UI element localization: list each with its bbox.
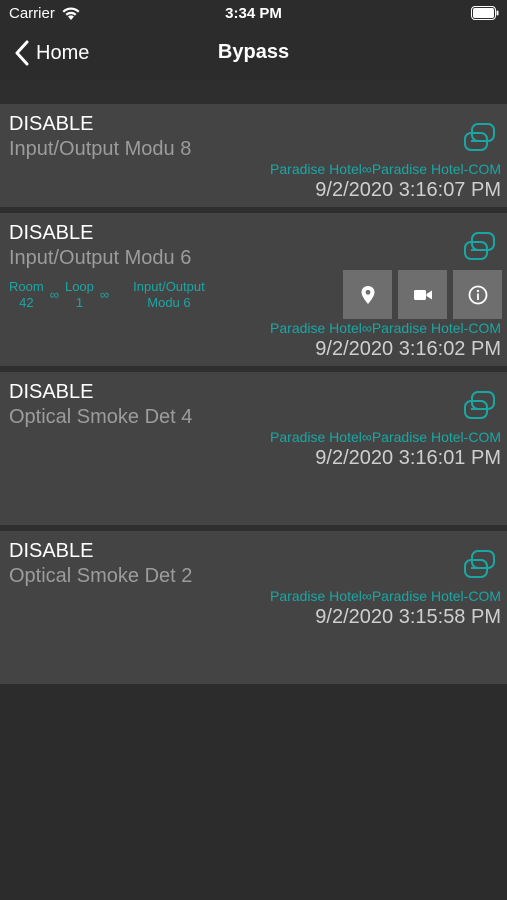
item-actions [343,270,502,319]
device-module-icon [464,232,495,260]
video-button[interactable] [398,270,447,319]
location-button[interactable] [343,270,392,319]
device-path: Room 42 ∞ Loop 1 ∞ Input/Output Modu 6 [9,279,205,311]
bypass-status: DISABLE [9,540,94,562]
event-timestamp: 9/2/2020 3:16:02 PM [315,338,501,360]
path-room-value: 42 [19,295,34,310]
event-timestamp: 9/2/2020 3:15:58 PM [315,606,501,628]
status-time: 3:34 PM [225,5,282,22]
list-item[interactable]: DISABLE Input/Output Modu 8 Paradise Hot… [0,104,507,213]
device-name: Optical Smoke Det 2 [9,565,193,587]
location-pin-icon [361,285,374,304]
battery-icon [471,6,499,20]
info-button[interactable] [453,270,502,319]
bypass-status: DISABLE [9,113,94,135]
path-separator: ∞ [99,287,110,302]
path-module-line1: Input/Output [133,279,205,294]
info-icon [468,285,487,304]
path-room-label: Room [9,279,44,294]
list-item[interactable]: DISABLE Optical Smoke Det 4 Paradise Hot… [0,372,507,531]
event-timestamp: 9/2/2020 3:16:07 PM [315,179,501,201]
device-module-icon [464,550,495,578]
device-module-icon [464,391,495,419]
path-loop-value: 1 [75,295,84,310]
device-name: Input/Output Modu 6 [9,247,192,269]
event-timestamp: 9/2/2020 3:16:01 PM [315,447,501,469]
page-title: Bypass [217,41,290,63]
path-loop-label: Loop [64,279,94,294]
location-path: Paradise Hotel∞Paradise Hotel-COM [270,429,501,445]
bypass-status: DISABLE [9,222,94,244]
status-bar: Carrier 3:34 PM [0,0,507,30]
navigation-bar: Home Bypass [0,30,507,80]
list-item[interactable]: DISABLE Optical Smoke Det 2 Paradise Hot… [0,531,507,684]
bypass-list: DISABLE Input/Output Modu 8 Paradise Hot… [0,104,507,684]
header-separator [0,80,507,104]
path-room: Room 42 [9,279,44,311]
path-module-line2: Modu 6 [147,295,191,310]
device-name: Input/Output Modu 8 [9,138,192,160]
path-loop: Loop 1 [65,279,94,311]
list-item[interactable]: DISABLE Input/Output Modu 6 Room 42 ∞ Lo… [0,213,507,372]
bypass-status: DISABLE [9,381,94,403]
location-path: Paradise Hotel∞Paradise Hotel-COM [270,588,501,604]
location-path: Paradise Hotel∞Paradise Hotel-COM [270,161,501,177]
video-camera-icon [413,289,432,300]
location-path: Paradise Hotel∞Paradise Hotel-COM [270,320,501,336]
path-module: Input/Output Modu 6 [133,279,205,311]
device-module-icon [464,123,495,151]
path-separator: ∞ [49,287,59,302]
device-name: Optical Smoke Det 4 [9,406,193,428]
